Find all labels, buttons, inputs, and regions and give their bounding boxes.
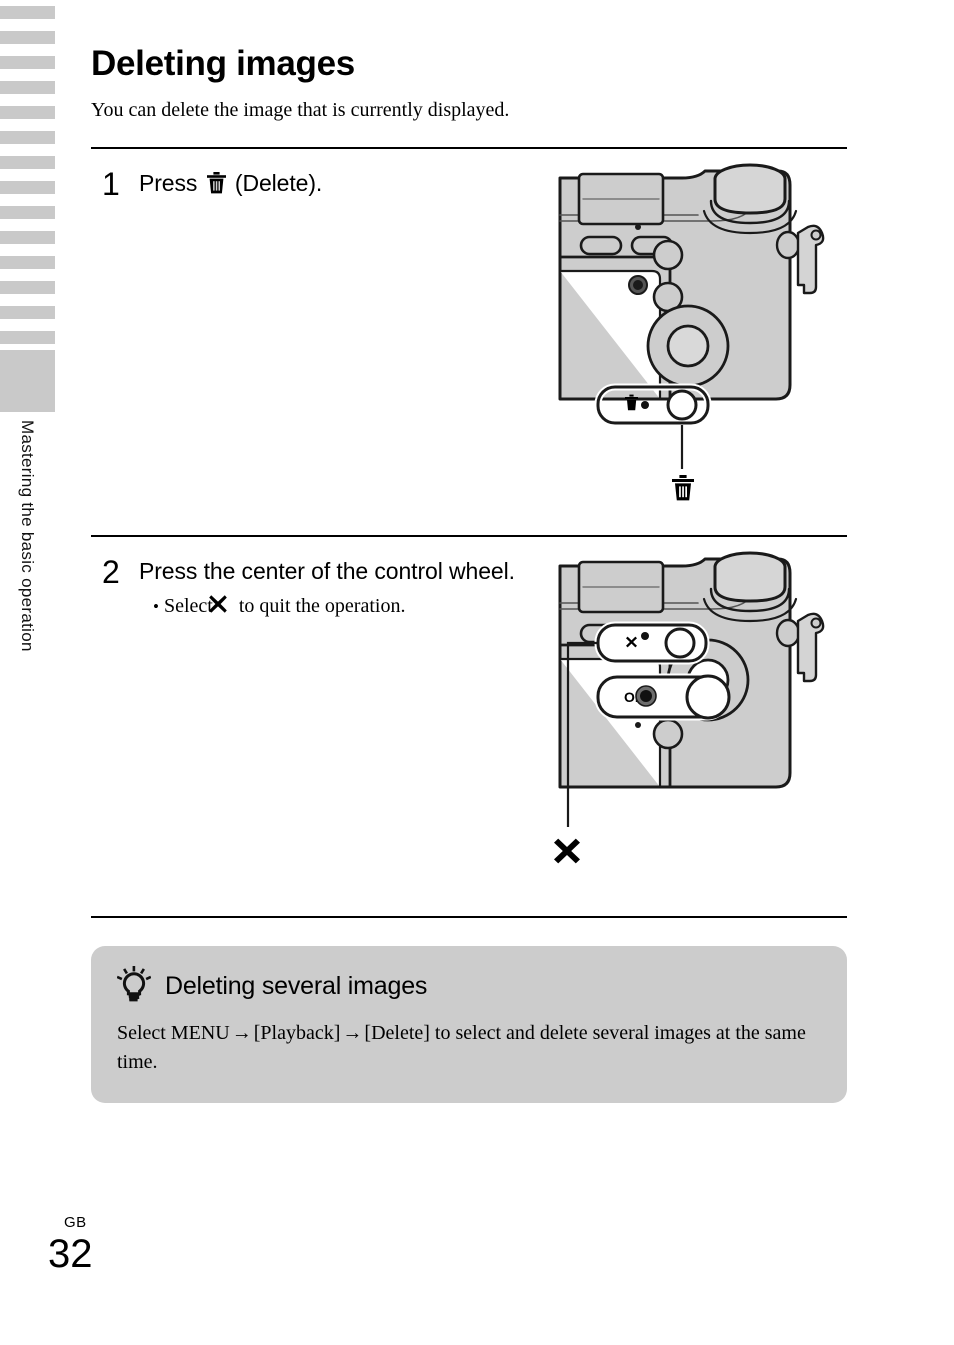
page-title: Deleting images — [91, 44, 355, 83]
arrow-icon: → — [231, 1021, 252, 1044]
index-stripe — [0, 181, 55, 194]
index-stripe — [0, 131, 55, 144]
delete-button — [666, 389, 698, 421]
index-stripe — [0, 156, 55, 169]
index-stripe — [0, 256, 55, 269]
step-1-heading-pre: Press — [139, 169, 198, 196]
section-divider — [91, 915, 847, 918]
folio-region-label: GB — [64, 1214, 87, 1231]
index-active-chapter-block — [0, 350, 55, 412]
bullet-text-pre: Select — [163, 595, 213, 618]
page-content: Deleting images You can delete the image… — [91, 0, 847, 1103]
trash-icon — [672, 474, 694, 501]
index-stripe — [0, 56, 55, 69]
step-1-number: 1 — [102, 165, 120, 202]
cancel-button — [664, 627, 696, 659]
tip-body-part-2: [Playback] — [253, 1021, 341, 1044]
index-stripe — [0, 31, 55, 44]
index-stripe — [0, 6, 55, 19]
x-mark-icon — [554, 838, 580, 864]
step-1: 1 Press (Delete). — [91, 149, 847, 535]
index-stripe — [0, 306, 55, 319]
page-intro-text: You can delete the image that is current… — [91, 98, 510, 121]
index-stripe — [0, 106, 55, 119]
step-2-heading: Press the center of the control wheel. — [139, 557, 515, 584]
camera-rear-control-wheel-illustration: OK — [554, 551, 825, 864]
step-2-figure: OK — [546, 537, 847, 912]
step-2-number: 2 — [102, 553, 120, 590]
index-stripe — [0, 331, 55, 344]
step-2-bullet-list: • Select to quit the operation. — [153, 592, 546, 622]
list-item: • Select to quit the operation. — [153, 592, 546, 622]
index-stripe — [0, 231, 55, 244]
step-2: 2 Press the center of the control wheel.… — [91, 537, 847, 916]
index-stripe — [0, 206, 55, 219]
callout-dot — [641, 400, 649, 409]
bullet-text-post: to quit the operation. — [238, 595, 406, 618]
tip-header: Deleting several images — [116, 965, 821, 1007]
control-wheel-center — [685, 674, 731, 720]
page-number: 32 — [48, 1232, 93, 1276]
lightbulb-icon — [116, 965, 152, 1007]
bullet-marker: • — [153, 597, 159, 617]
callout-dot — [641, 631, 649, 640]
index-stripe — [0, 81, 55, 94]
step-1-figure — [546, 149, 847, 534]
camera-rear-delete-button-illustration — [558, 163, 825, 501]
step-2-text: 2 Press the center of the control wheel.… — [91, 537, 546, 622]
tip-body-part-1: Select MENU — [117, 1021, 230, 1044]
tip-body-text: Select MENU → [Playback] → [Delete] to selec… — [117, 1019, 817, 1077]
arrow-icon: → — [342, 1021, 363, 1044]
callout-ok-center: OK — [594, 673, 731, 721]
x-mark-icon — [209, 594, 228, 622]
tip-callout-box: Deleting several images Select MENU → [Pla… — [91, 945, 847, 1103]
step-1-heading-post: (Delete). — [234, 169, 323, 196]
chapter-label: Mastering the basic operation — [18, 420, 38, 652]
callout-cancel-button — [594, 621, 710, 665]
tip-title: Deleting several images — [165, 971, 428, 1000]
chapter-index-rail — [0, 0, 55, 420]
step-1-text: 1 Press (Delete). — [91, 149, 546, 201]
page-folio: GB 32 — [48, 1215, 93, 1274]
callout-dot — [640, 689, 652, 702]
trash-icon — [206, 171, 226, 201]
step-1-heading: Press (Delete). — [139, 169, 546, 201]
index-stripe — [0, 281, 55, 294]
